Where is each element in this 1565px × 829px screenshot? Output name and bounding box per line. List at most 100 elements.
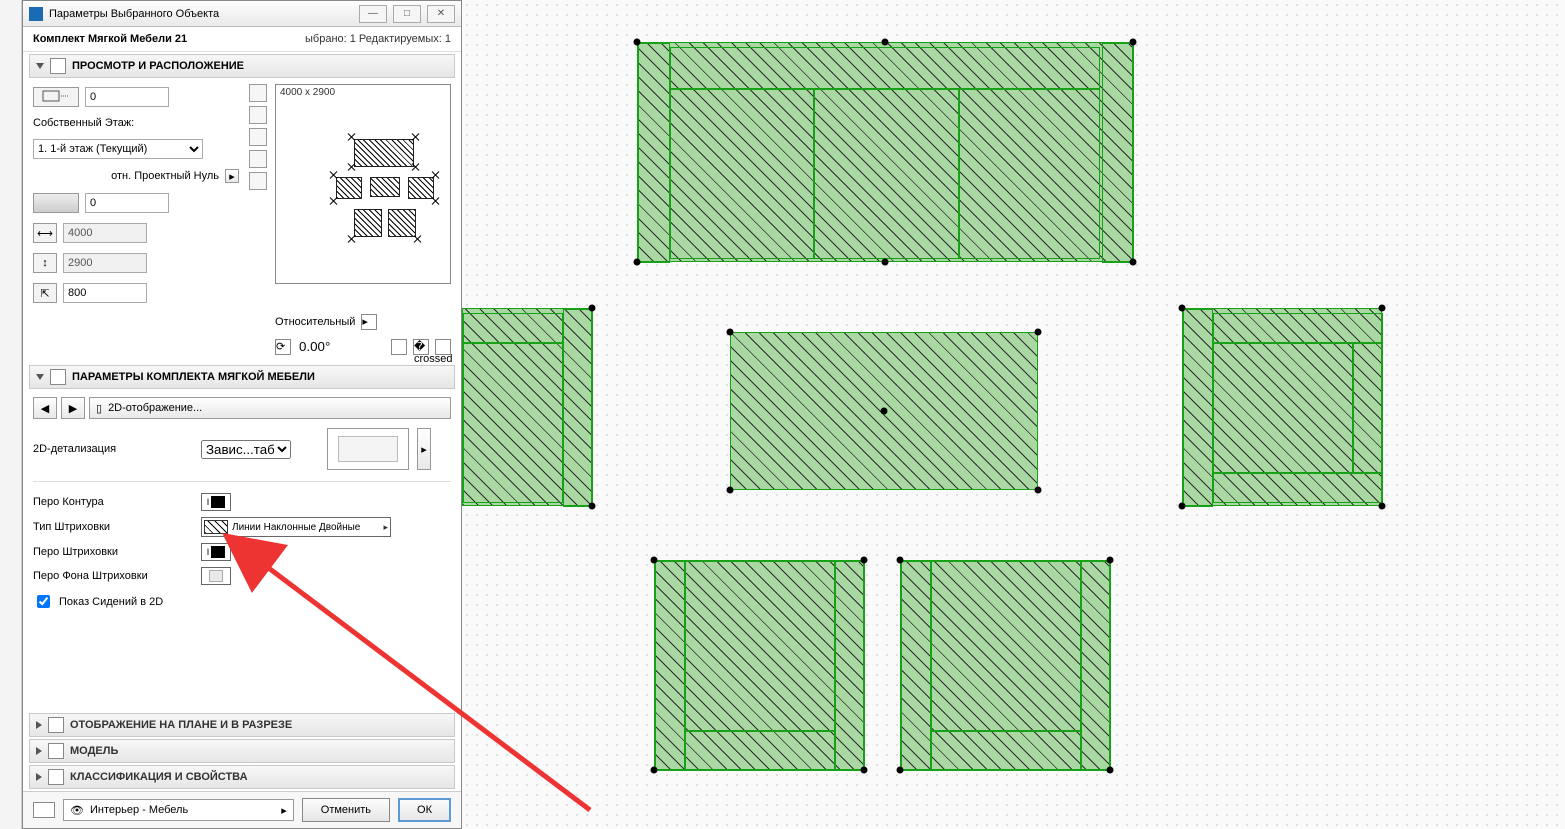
params-icon [50,369,66,385]
pen-contour-swatch[interactable]: I [201,493,231,511]
nav-next-button[interactable]: ▶ [61,397,85,419]
chevron-right-icon [36,721,42,729]
nav-prev-button[interactable]: ◀ [33,397,57,419]
armchair-right-shape[interactable] [1182,308,1382,506]
selection-status: ыбрано: 1 Редактируемых: 1 [305,33,451,45]
chevron-down-icon [36,63,44,69]
preview-body: Собственный Этаж: 1. 1-й этаж (Текущий) … [33,84,451,306]
eye-icon: 👁 [70,804,84,817]
elev-bottom-input[interactable] [85,193,169,213]
params-nav: ◀ ▶ ▯ 2D-отображение... [33,397,451,419]
preview-mode-2d-button[interactable] [249,84,267,102]
section-class-header[interactable]: КЛАССИФИКАЦИЯ И СВОЙСТВА [29,765,455,789]
ok-button[interactable]: ОК [398,798,451,822]
detail-row: 2D-детализация Завис...таба ▸ [23,425,461,473]
plan-icon [48,717,64,733]
app-icon [29,7,43,21]
preview-mode-info-button[interactable] [249,172,267,190]
object-name: Комплект Мягкой Мебели 21 [33,33,187,45]
layer-icon [33,802,55,818]
class-icon [48,769,64,785]
preview-icon [50,58,66,74]
chevron-right-icon [36,773,42,781]
chair-left-shape[interactable] [654,560,864,770]
preview-toolstrip [249,84,269,306]
ref-label: отн. Проектный Нуль [111,170,219,182]
object-header: Комплект Мягкой Мебели 21 ыбрано: 1 Реда… [23,27,461,52]
show-seats-label: Показ Сидений в 2D [59,596,163,608]
pen-hatchbg-swatch[interactable] [201,567,231,585]
show-seats-checkbox[interactable] [37,595,50,608]
layer-combo[interactable]: 👁 Интерьер - Мебель ▸ [63,799,294,821]
app-root: Параметры Выбранного Объекта — □ ✕ Компл… [0,0,1565,829]
section-preview-header[interactable]: ПРОСМОТР И РАСПОЛОЖЕНИЕ [29,54,455,78]
titlebar[interactable]: Параметры Выбранного Объекта — □ ✕ [23,1,461,27]
pen-contour-label: Перо Контура [33,496,193,508]
dialog-footer: 👁 Интерьер - Мебель ▸ Отменить ОК [23,791,461,828]
chevron-right-icon: ▸ [281,804,287,817]
ref-arrow-icon[interactable]: ▸ [225,169,239,183]
dim-z-icon: ⇱ [33,283,57,303]
cancel-button[interactable]: Отменить [302,798,390,822]
detail-preview [327,428,409,470]
detail-select[interactable]: Завис...таба [201,440,291,459]
nav-tab-bar[interactable]: ▯ 2D-отображение... [89,397,451,419]
preview-mode-3d-button[interactable] [249,128,267,146]
close-button[interactable]: ✕ [427,5,455,23]
pen-hatch-swatch[interactable]: I [201,543,231,561]
dim-x-icon: ⟷ [33,223,57,243]
minimize-button[interactable]: — [359,5,387,23]
detail-next-button[interactable]: ▸ [417,428,431,470]
chevron-down-icon [36,374,44,380]
section-preview-title: ПРОСМОТР И РАСПОЛОЖЕНИЕ [72,60,244,72]
mirror-y-button[interactable] [435,339,451,355]
nav-tab-label: 2D-отображение... [108,402,202,414]
sofa-shape[interactable] [637,42,1133,262]
dim-x-input[interactable] [63,223,147,243]
section-plan-header[interactable]: ОТОБРАЖЕНИЕ НА ПЛАНЕ И В РАЗРЕЗЕ [29,713,455,737]
layer-name: Интерьер - Мебель [90,804,188,816]
section-model-header[interactable]: МОДЕЛЬ [29,739,455,763]
dim-y-input[interactable] [63,253,147,273]
left-toolrail [0,0,22,829]
armchair-left-shape[interactable] [462,308,592,506]
object-settings-dialog: Параметры Выбранного Объекта — □ ✕ Компл… [22,0,462,829]
preview-mode-list-button[interactable] [249,150,267,168]
dim-z-input[interactable] [63,283,147,303]
hatch-type-label: Тип Штриховки [33,521,193,533]
pen-hatchbg-row: Перо Фона Штриховки [23,564,461,588]
hatch-sample-icon [204,520,228,534]
pen-hatch-row: Перо Штриховки I [23,540,461,564]
angle-value [297,338,357,355]
story-select[interactable]: 1. 1-й этаж (Текущий) [33,139,203,159]
section-params-title: ПАРАМЕТРЫ КОМПЛЕКТА МЯГКОЙ МЕБЕЛИ [72,371,315,383]
dialog-title: Параметры Выбранного Объекта [49,8,219,20]
params-tab-icon: ▯ [96,402,102,415]
model-icon [48,743,64,759]
hatch-type-row: Тип Штриховки Линии Наклонные Двойные ▸ [23,514,461,540]
elev-bottom-icon [33,193,79,213]
pen-contour-row: Перо Контура I [23,490,461,514]
pen-hatch-label: Перо Штриховки [33,546,193,558]
section-model-title: МОДЕЛЬ [70,745,118,757]
chevron-right-icon [36,747,42,755]
preview-canvas[interactable]: 4000 x 2900 [275,84,451,284]
hatch-type-value: Линии Наклонные Двойные [232,522,360,533]
pen-hatchbg-label: Перо Фона Штриховки [33,570,193,582]
section-params-header[interactable]: ПАРАМЕТРЫ КОМПЛЕКТА МЯГКОЙ МЕБЕЛИ [29,365,455,389]
angle-origin-icon: ⟳ [275,339,291,355]
drawing-canvas[interactable] [462,0,1565,829]
show-seats-row: Показ Сидений в 2D [23,588,461,615]
section-class-title: КЛАССИФИКАЦИЯ И СВОЙСТВА [70,771,248,783]
detail-label: 2D-детализация [33,443,193,455]
elev-top-input[interactable] [85,87,169,107]
angle-flag-button[interactable]: ▸ [361,314,377,330]
maximize-button[interactable]: □ [393,5,421,23]
mirror-x-button[interactable] [391,339,407,355]
hatch-type-combo[interactable]: Линии Наклонные Двойные ▸ [201,517,391,537]
story-label: Собственный Этаж: [33,117,134,129]
chair-right-shape[interactable] [900,560,1110,770]
elev-top-icon [33,87,79,107]
chevron-right-icon: ▸ [383,522,388,533]
preview-mode-layers-button[interactable] [249,106,267,124]
